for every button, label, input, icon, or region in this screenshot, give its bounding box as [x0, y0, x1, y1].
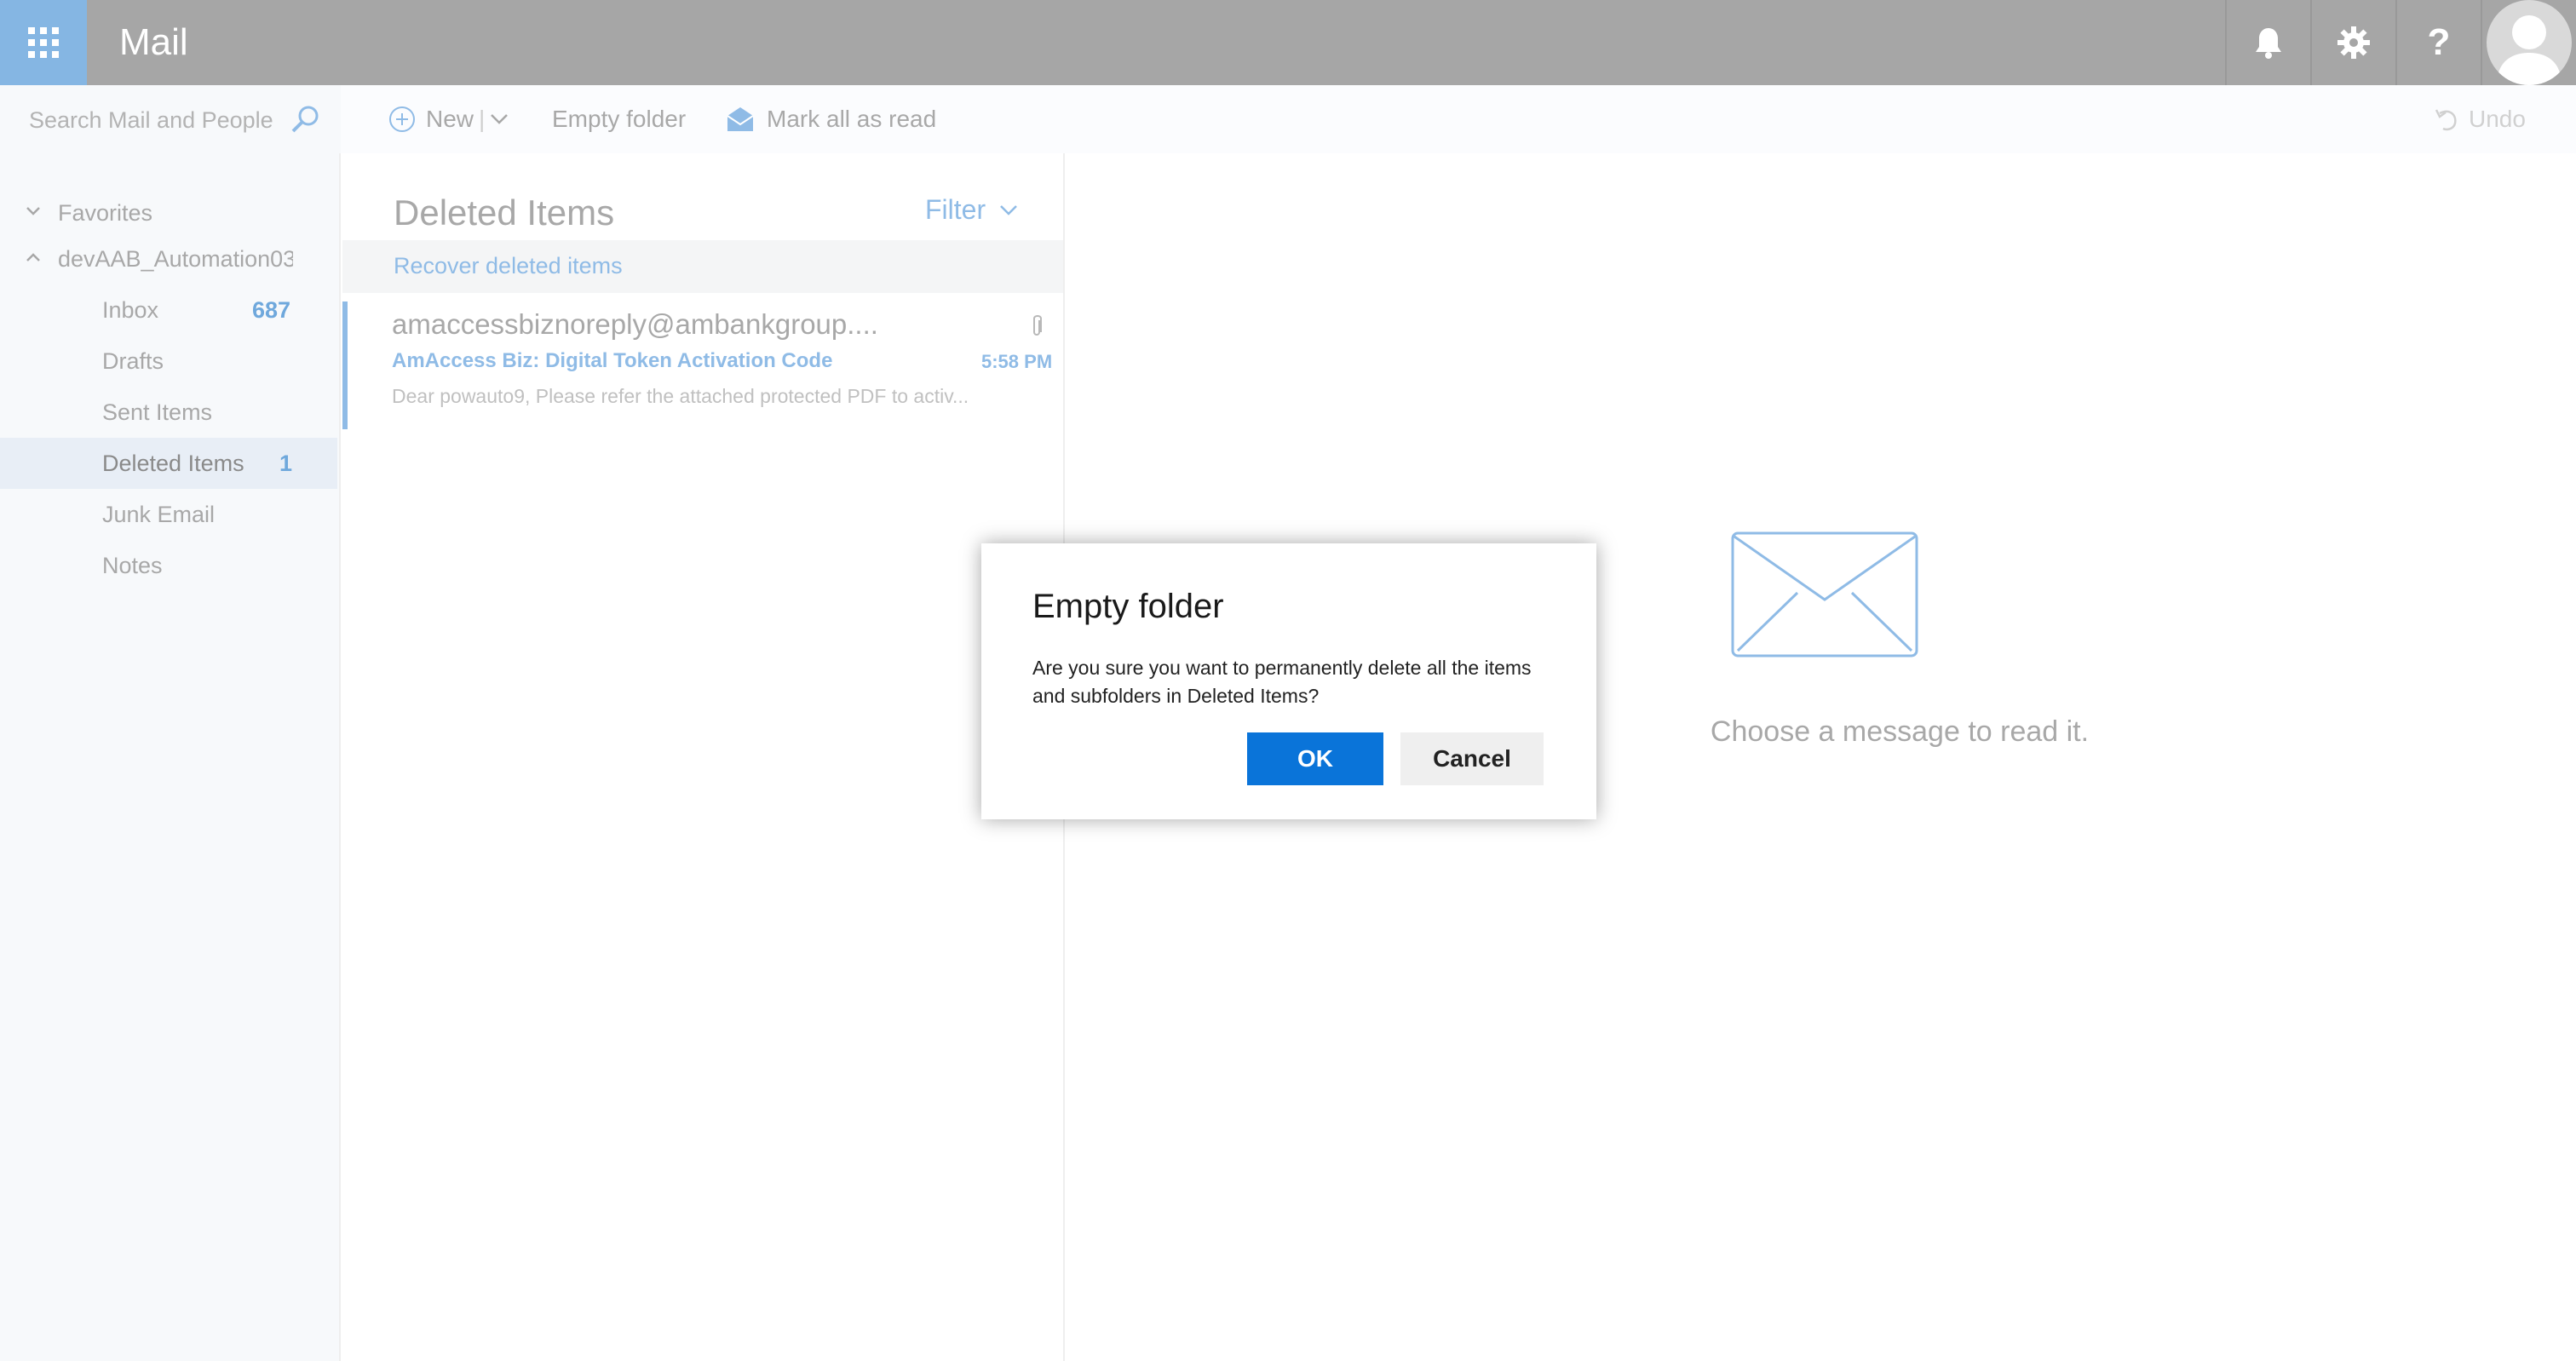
new-label: New [426, 106, 474, 132]
search-input[interactable]: Search Mail and People [29, 107, 273, 134]
chevron-up-icon[interactable] [26, 252, 41, 262]
plus-circle-icon [389, 106, 415, 132]
sidebar-item-drafts[interactable]: Drafts [0, 336, 337, 387]
sidebar-item-sent-items[interactable]: Sent Items [0, 387, 337, 438]
favorites-label: Favorites [58, 200, 153, 226]
account-header[interactable]: devAAB_Automation03 [0, 233, 337, 284]
recover-bar: Recover deleted items [342, 240, 1063, 293]
message-sender: amaccessbiznoreply@ambankgroup.... [392, 308, 878, 340]
sidebar-item-deleted-items[interactable]: Deleted Items 1 [0, 438, 337, 489]
empty-folder-label: Empty folder [552, 106, 687, 132]
sidebar-item-label: Drafts [102, 348, 164, 374]
command-bar: Search Mail and People New | Empty folde… [0, 85, 2576, 153]
folder-title: Deleted Items [394, 192, 615, 233]
favorites-header[interactable]: Favorites [0, 187, 337, 238]
message-time: 5:58 PM [981, 351, 1053, 372]
app-launcher-button[interactable] [0, 0, 87, 85]
sidebar-item-junk-email[interactable]: Junk Email [0, 489, 337, 540]
help-button[interactable]: ? [2395, 0, 2481, 85]
recover-deleted-items-link[interactable]: Recover deleted items [394, 253, 623, 279]
filter-button[interactable]: Filter [925, 194, 1018, 226]
mark-all-read-label: Mark all as read [767, 106, 937, 132]
sidebar-item-label: Junk Email [102, 502, 216, 527]
app-launcher-icon [28, 27, 59, 58]
undo-label: Undo [2469, 106, 2526, 132]
paperclip-icon [1033, 315, 1042, 336]
undo-button[interactable]: Undo [2433, 102, 2526, 136]
mark-all-read-button[interactable]: Mark all as read [726, 102, 936, 136]
envelope-icon [1731, 531, 1918, 658]
selection-indicator [342, 301, 348, 429]
empty-reading-text: Choose a message to read it. [1710, 715, 2090, 748]
dialog-message: Are you sure you want to permanently del… [1032, 657, 1532, 707]
message-preview: Dear powauto9, Please refer the attached… [392, 385, 969, 407]
help-icon: ? [2427, 21, 2451, 63]
search-icon[interactable] [290, 104, 320, 135]
sidebar-item-label: Deleted Items [102, 451, 244, 476]
new-button[interactable]: New | [388, 102, 509, 136]
search-box[interactable]: Search Mail and People [0, 85, 341, 153]
settings-button[interactable] [2310, 0, 2395, 85]
empty-folder-dialog: Empty folder Are you sure you want to pe… [981, 543, 1596, 819]
filter-label: Filter [925, 194, 986, 225]
ok-button[interactable]: OK [1247, 732, 1383, 785]
chevron-down-icon [1000, 204, 1017, 215]
chevron-down-icon[interactable] [26, 206, 41, 216]
undo-icon [2435, 109, 2457, 131]
chevron-down-icon[interactable] [490, 113, 509, 125]
empty-folder-button[interactable]: Empty folder [552, 102, 686, 136]
message-subject: AmAccess Biz: Digital Token Activation C… [392, 349, 833, 372]
message-list: Deleted Items Filter Recover deleted ite… [342, 153, 1065, 1361]
sidebar-item-notes[interactable]: Notes [0, 540, 337, 591]
dialog-title: Empty folder [1032, 588, 1224, 625]
list-item[interactable]: amaccessbiznoreply@ambankgroup.... AmAcc… [342, 293, 1063, 433]
sidebar-item-inbox[interactable]: Inbox 687 [0, 284, 337, 336]
account-button[interactable] [2481, 0, 2576, 85]
sidebar-item-label: Sent Items [102, 399, 213, 425]
bell-icon [2256, 28, 2281, 59]
avatar [2487, 0, 2572, 85]
sidebar-item-label: Inbox [102, 297, 159, 323]
cancel-button[interactable]: Cancel [1400, 732, 1544, 785]
separator: | [479, 106, 486, 132]
notifications-button[interactable] [2225, 0, 2310, 85]
top-bar: Mail ? [0, 0, 2576, 85]
unread-count: 1 [279, 451, 293, 476]
sidebar-item-label: Notes [102, 553, 163, 578]
app-title: Mail [119, 21, 188, 63]
unread-count: 687 [252, 297, 291, 323]
gear-icon [2337, 26, 2370, 59]
open-envelope-icon [727, 107, 754, 131]
folder-pane: Favorites devAAB_Automation03 Inbox 687 … [0, 153, 341, 1361]
account-label: devAAB_Automation03 [58, 246, 293, 272]
